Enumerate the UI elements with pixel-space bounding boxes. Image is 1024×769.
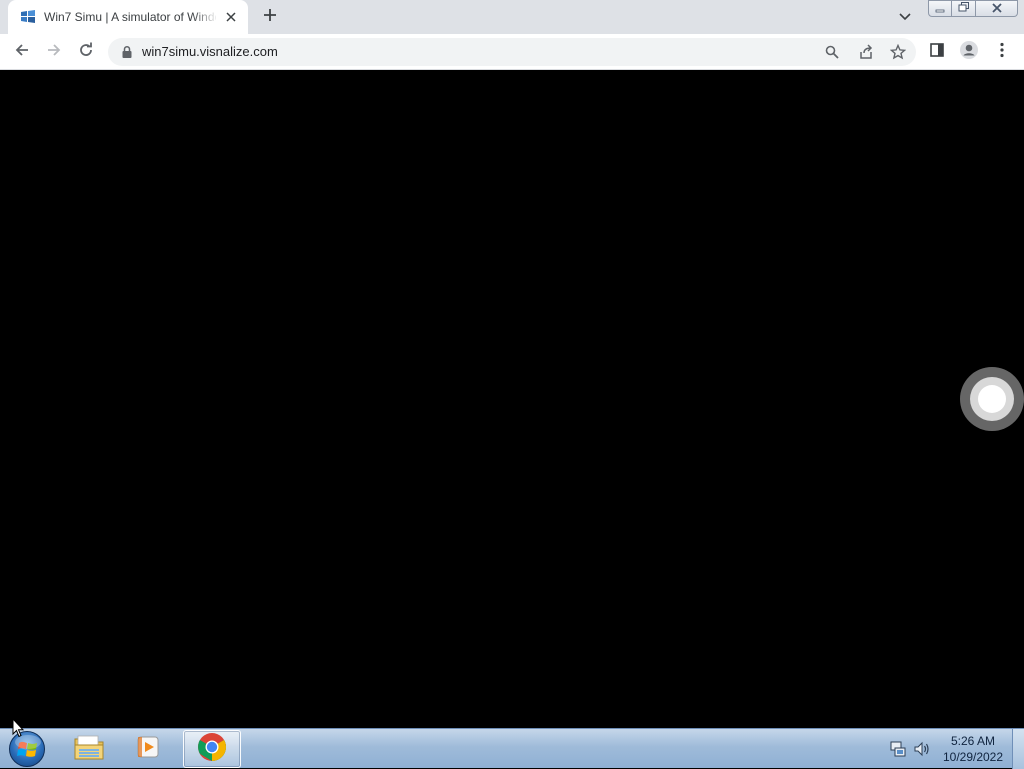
- mouse-cursor-icon: [12, 717, 25, 738]
- assistive-touch-button[interactable]: [960, 367, 1024, 431]
- clock-date: 10/29/2022: [942, 750, 1004, 764]
- tab-search-button[interactable]: [894, 6, 916, 28]
- close-icon: [991, 0, 1003, 18]
- media-player-icon: [135, 733, 163, 766]
- taskbar-app-explorer[interactable]: [60, 730, 118, 768]
- clock-time: 5:26 AM: [950, 734, 996, 748]
- browser-titlebar: Win7 Simu | A simulator of Windows 7: [0, 0, 1024, 34]
- folder-icon: [73, 733, 105, 766]
- reload-icon: [78, 42, 94, 63]
- address-bar[interactable]: win7simu.visnalize.com: [108, 38, 916, 66]
- more-icon: [1000, 42, 1004, 63]
- taskbar: 5:26 AM 10/29/2022: [0, 728, 1024, 769]
- side-panel-icon: [929, 42, 945, 63]
- profile-button[interactable]: [957, 40, 981, 64]
- lock-icon[interactable]: [120, 45, 134, 59]
- taskbar-app-chrome[interactable]: [183, 730, 241, 768]
- reload-button[interactable]: [74, 40, 98, 64]
- star-icon[interactable]: [888, 42, 908, 62]
- window-close-button[interactable]: [976, 0, 1018, 17]
- taskbar-app-media-player[interactable]: [120, 730, 178, 768]
- window-restore-button[interactable]: [952, 0, 976, 17]
- tab-close-icon[interactable]: [222, 8, 240, 26]
- taskbar-clock[interactable]: 5:26 AM 10/29/2022: [936, 733, 1010, 765]
- profile-icon: [959, 40, 979, 65]
- tab-title: Win7 Simu | A simulator of Windows 7: [44, 10, 216, 24]
- arrow-left-icon: [14, 42, 30, 63]
- back-button[interactable]: [10, 40, 34, 64]
- share-icon[interactable]: [856, 42, 876, 62]
- browser-tab[interactable]: Win7 Simu | A simulator of Windows 7: [8, 0, 248, 34]
- browser-toolbar: win7simu.visnalize.com: [0, 34, 1024, 70]
- search-icon[interactable]: [822, 42, 842, 62]
- start-button[interactable]: [4, 730, 50, 768]
- show-desktop-button[interactable]: [1012, 729, 1024, 769]
- more-menu-button[interactable]: [990, 40, 1014, 64]
- page-viewport[interactable]: [0, 71, 1024, 728]
- tab-title-fade: [192, 6, 218, 28]
- forward-button[interactable]: [42, 40, 66, 64]
- new-tab-button[interactable]: [259, 6, 281, 28]
- assistive-touch-icon: [970, 377, 1014, 421]
- minimize-icon: [935, 0, 945, 18]
- win7simu-favicon-icon: [20, 9, 36, 25]
- assistive-touch-dot: [978, 385, 1006, 413]
- volume-icon[interactable]: [912, 739, 932, 759]
- plus-icon: [263, 8, 277, 27]
- chevron-down-icon: [899, 8, 911, 26]
- arrow-right-icon: [46, 42, 62, 63]
- restore-icon: [958, 0, 970, 18]
- side-panel-button[interactable]: [925, 40, 949, 64]
- network-icon[interactable]: [888, 739, 908, 759]
- chrome-icon: [196, 731, 228, 768]
- window-minimize-button[interactable]: [928, 0, 952, 17]
- url-text[interactable]: win7simu.visnalize.com: [142, 44, 278, 60]
